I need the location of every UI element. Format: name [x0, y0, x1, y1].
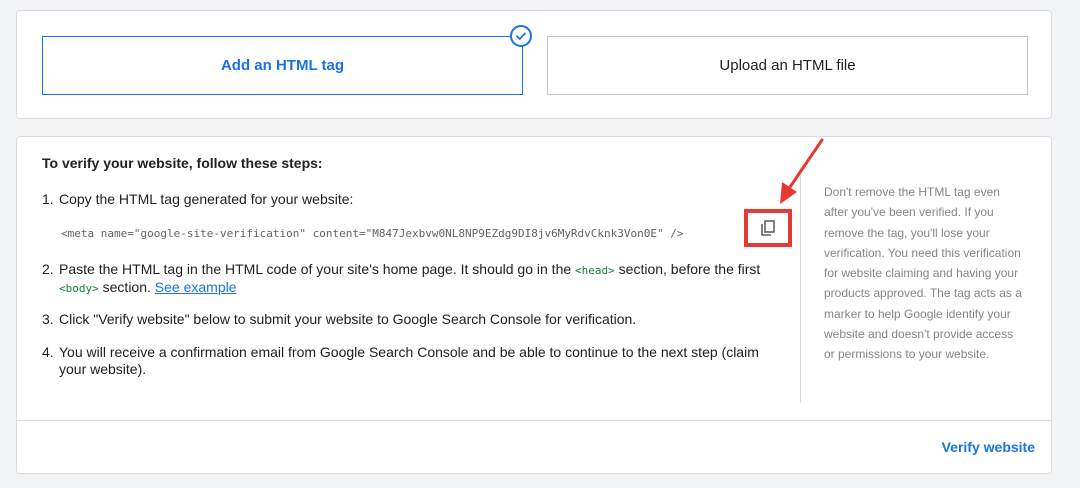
upload-html-file-option[interactable]: Upload an HTML file: [547, 36, 1028, 95]
verify-website-button[interactable]: Verify website: [942, 439, 1035, 455]
step-3-text: Click "Verify website" below to submit y…: [59, 311, 637, 327]
footer-divider: [17, 420, 1051, 421]
instructions-card: To verify your website, follow these ste…: [16, 136, 1052, 474]
step-1-text: Copy the HTML tag generated for your web…: [59, 191, 354, 207]
step-2: 2. Paste the HTML tag in the HTML code of…: [42, 261, 782, 297]
step-4: 4. You will receive a confirmation email …: [42, 344, 782, 378]
verification-method-card: Add an HTML tag Upload an HTML file: [16, 10, 1052, 119]
step-3: 3. Click "Verify website" below to submit…: [42, 311, 782, 328]
step-4-number: 4.: [42, 344, 54, 360]
step-1: 1. Copy the HTML tag generated for your w…: [42, 191, 782, 208]
side-note: Don't remove the HTML tag even after you…: [824, 185, 1022, 362]
add-html-tag-option[interactable]: Add an HTML tag: [42, 36, 523, 95]
arrow-annotation-icon: [780, 138, 824, 204]
body-tag-code: <body>: [59, 282, 99, 295]
step-2-text-c: section.: [102, 279, 151, 295]
steps-title: To verify your website, follow these ste…: [42, 155, 323, 171]
step-4-text: You will receive a confirmation email fr…: [59, 344, 759, 377]
head-tag-code: <head>: [575, 264, 615, 277]
step-3-number: 3.: [42, 311, 54, 327]
upload-html-file-label: Upload an HTML file: [719, 57, 856, 74]
add-html-tag-label: Add an HTML tag: [220, 57, 345, 74]
step-2-text-a: Paste the HTML tag in the HTML code of y…: [59, 261, 572, 277]
step-1-number: 1.: [42, 191, 54, 207]
step-2-number: 2.: [42, 261, 54, 277]
copy-button[interactable]: [744, 209, 792, 247]
copy-icon: [761, 220, 775, 236]
check-circle-icon: [510, 25, 532, 47]
step-2-continuation: <body> section. See example: [42, 279, 782, 297]
see-example-link[interactable]: See example: [155, 279, 237, 295]
page: Add an HTML tag Upload an HTML file To v…: [0, 0, 1080, 488]
step-2-text-b: section, before the first: [618, 261, 761, 277]
meta-tag-code[interactable]: <meta name="google-site-verification" co…: [61, 227, 684, 240]
